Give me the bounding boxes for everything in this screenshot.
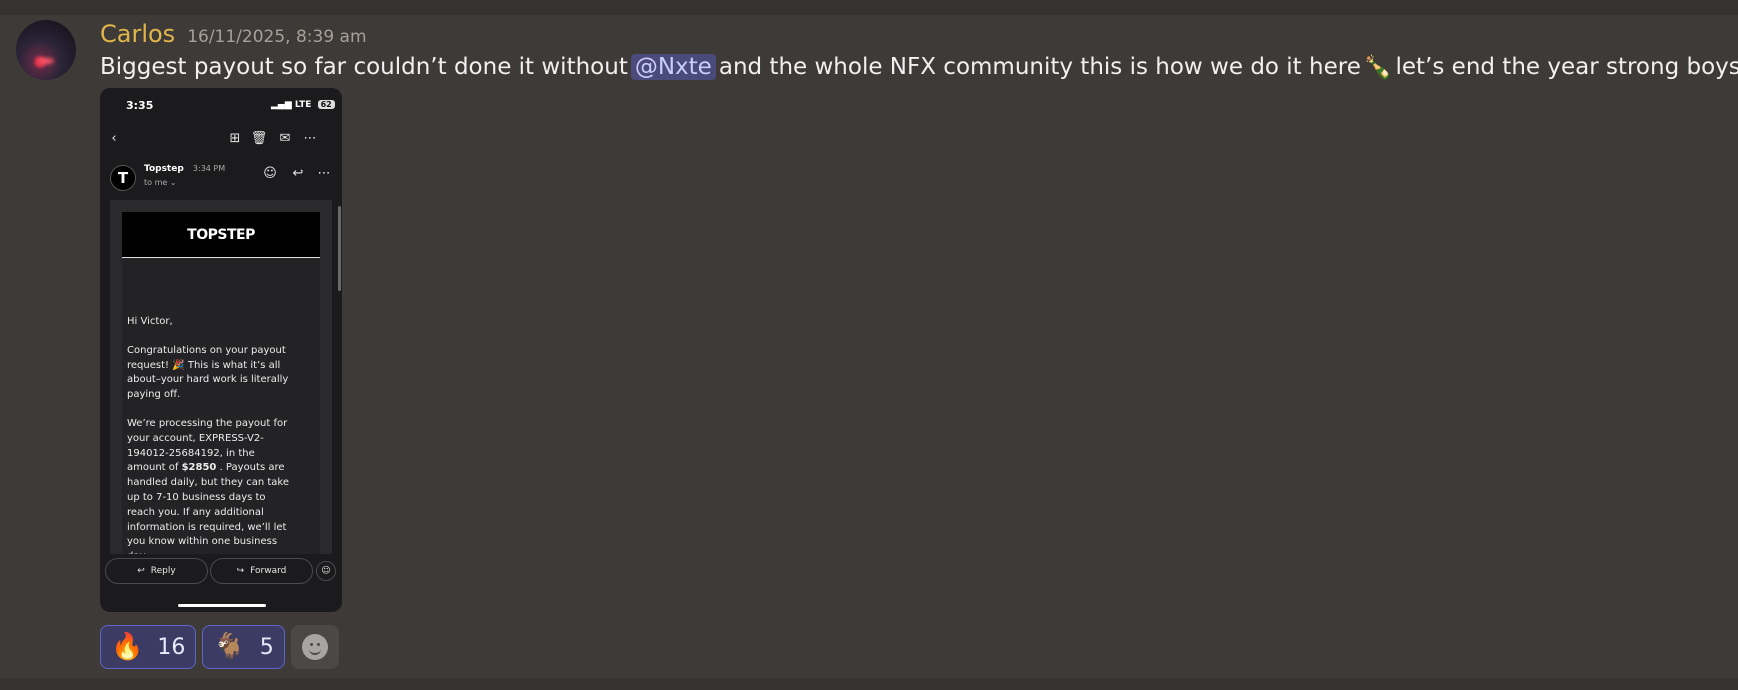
sender-name-text: Topstep (144, 164, 184, 174)
back-arrow-icon[interactable]: ‹ (104, 128, 124, 148)
timestamp: 16/11/2025, 8:39 am (187, 27, 367, 47)
username[interactable]: Carlos (100, 20, 175, 48)
fire-emoji: 🔥 (111, 632, 144, 662)
reply-button[interactable]: ↩ Reply (105, 558, 208, 584)
message-text-before: Biggest payout so far couldn’t done it w… (100, 54, 628, 80)
email-text: Hi Victor, Congratulations on your payou… (127, 315, 295, 554)
recipient-label[interactable]: to me ⌄ (144, 178, 177, 187)
sender-name: Topstep 3:34 PM (144, 164, 225, 174)
message-text-middle: and the whole NFX community this is how … (718, 54, 1361, 80)
message-content: Biggest payout so far couldn’t done it w… (100, 52, 1738, 82)
forward-arrow-icon: ↪ (236, 566, 245, 576)
reaction-count: 5 (259, 634, 274, 660)
email-paragraph-1: Congratulations on your payout request! … (127, 344, 289, 401)
bottom-divider (0, 678, 1738, 690)
email-actions: ↩ Reply ↪ Forward ☺ (100, 558, 342, 588)
email-greeting: Hi Victor, (127, 316, 173, 327)
sender-row: T Topstep 3:34 PM to me ⌄ ☺ ↩ ⋯ (100, 161, 342, 201)
message-header: Carlos 16/11/2025, 8:39 am (100, 20, 367, 50)
smiley-icon: ☺ (321, 566, 331, 576)
to-me-text: to me (144, 178, 168, 187)
avatar-image-light (38, 58, 54, 64)
avatar[interactable] (16, 20, 76, 80)
email-body: TOPSTEP Hi Victor, Congratulations on yo… (110, 200, 332, 554)
status-time: 3:35 (126, 99, 154, 112)
reply-icon[interactable]: ↩ (288, 163, 308, 183)
goat-emoji: 🐐 (213, 632, 246, 662)
emoji-button[interactable]: ☺ (316, 561, 336, 581)
chevron-down-icon: ⌄ (169, 178, 177, 187)
status-signal: ▂▄▆ LTE 62 (271, 100, 335, 110)
more-options-icon[interactable]: ⋯ (314, 163, 334, 183)
payout-amount: $2850 (181, 462, 217, 474)
reaction-goat[interactable]: 🐐 5 (202, 625, 285, 669)
email-paragraph-2-end: . Payouts are handled daily, but they ca… (127, 462, 289, 554)
champagne-emoji: 🍾 (1363, 54, 1393, 81)
network-label: LTE (294, 100, 312, 110)
topstep-banner: TOPSTEP (122, 212, 320, 258)
email-scrollbar[interactable] (338, 206, 341, 291)
signal-bars-icon: ▂▄▆ (271, 100, 292, 110)
more-icon[interactable]: ⋯ (300, 128, 320, 148)
screenshot-attachment[interactable]: 3:35 ▂▄▆ LTE 62 ‹ ⊞ 🗑 ✉ ⋯ T Topstep 3:34… (100, 88, 342, 612)
user-mention[interactable]: @Nxte (630, 54, 716, 80)
emoji-react-icon[interactable]: ☺ (260, 163, 280, 183)
mark-unread-icon[interactable]: ✉ (275, 128, 295, 148)
forward-label: Forward (250, 566, 287, 576)
forward-button[interactable]: ↪ Forward (210, 558, 313, 584)
reply-arrow-icon: ↩ (137, 566, 145, 576)
home-indicator (178, 604, 266, 607)
message-text-after: let’s end the year strong boys (1395, 54, 1738, 80)
battery-icon: 62 (317, 100, 335, 109)
top-divider (0, 0, 1738, 15)
add-reaction-button[interactable] (290, 625, 339, 669)
reply-label: Reply (150, 566, 176, 576)
email-paragraph-2: We’re processing the payout for your acc… (127, 417, 295, 554)
reaction-fire[interactable]: 🔥 16 (100, 625, 197, 669)
archive-icon[interactable]: ⊞ (225, 128, 245, 148)
sender-avatar: T (110, 165, 136, 191)
reactions-bar: 🔥 16 🐐 5 (100, 625, 339, 669)
reaction-count: 16 (157, 634, 186, 660)
trash-icon[interactable]: 🗑 (249, 128, 269, 148)
sender-time: 3:34 PM (192, 164, 226, 173)
phone-status-bar: 3:35 ▂▄▆ LTE 62 (100, 88, 342, 118)
add-reaction-icon (301, 634, 328, 660)
email-toolbar: ‹ ⊞ 🗑 ✉ ⋯ (100, 128, 342, 154)
